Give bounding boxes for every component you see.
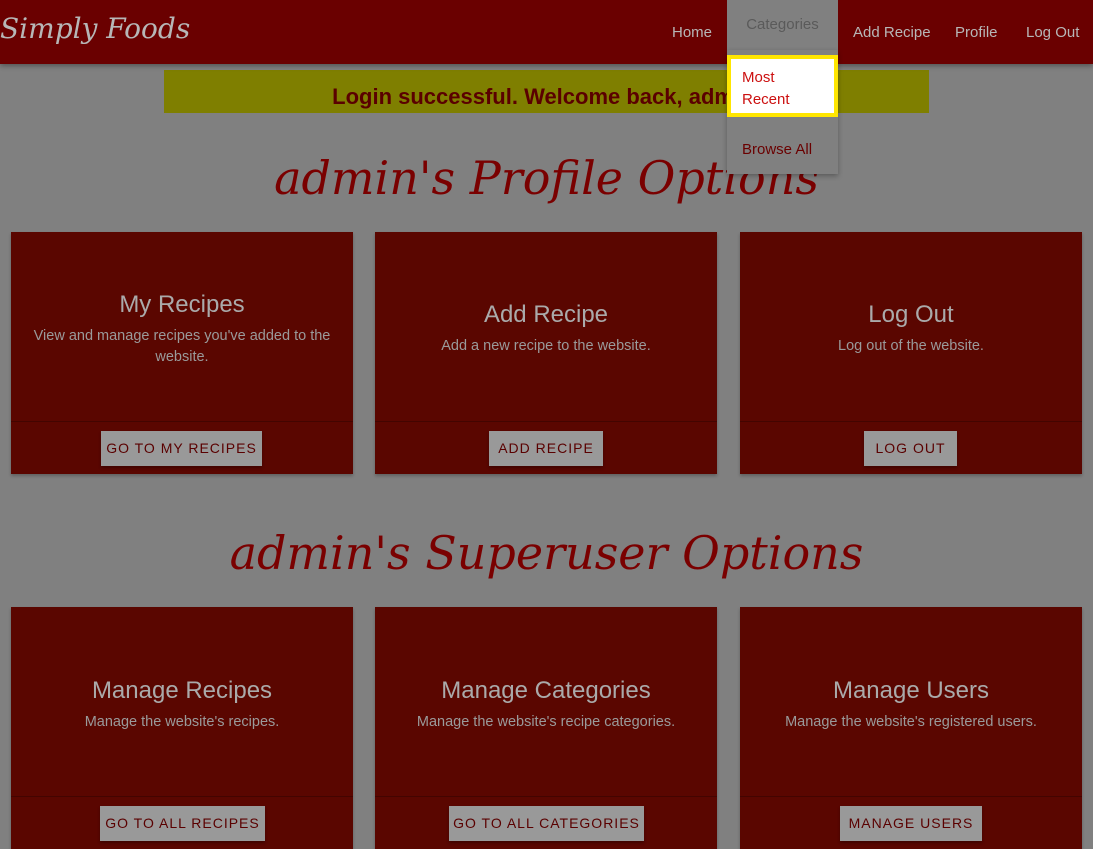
- dropdown-most-recent[interactable]: Most Recent: [727, 55, 838, 117]
- brand-logo[interactable]: Simply Foods: [0, 12, 190, 45]
- card-divider: [740, 796, 1082, 797]
- nav-profile[interactable]: Profile: [955, 24, 998, 41]
- card-title: Manage Recipes: [91, 677, 273, 704]
- card-description: Log out of the website.: [838, 338, 984, 354]
- categories-dropdown: Most Recent Browse All: [727, 50, 838, 174]
- card-description: View and manage recipes you've added to …: [33, 328, 331, 365]
- card-title: Manage Categories: [441, 677, 651, 704]
- card-divider: [740, 421, 1082, 422]
- card-manage-recipes: Manage Recipes Manage the website's reci…: [11, 607, 353, 849]
- card-divider: [11, 421, 353, 422]
- card-description: Manage the website's registered users.: [785, 714, 1037, 730]
- add-recipe-button[interactable]: Add Recipe: [489, 431, 603, 466]
- card-title: My Recipes: [119, 291, 245, 318]
- card-title: Manage Users: [832, 677, 990, 704]
- card-divider: [11, 796, 353, 797]
- dropdown-browse-all[interactable]: Browse All: [727, 138, 838, 162]
- profile-options-heading: admin's Profile Options: [274, 151, 819, 205]
- log-out-button[interactable]: Log Out: [864, 431, 957, 466]
- card-title: Add Recipe: [483, 301, 609, 328]
- nav-logout[interactable]: Log Out: [1026, 24, 1079, 41]
- card-log-out: Log Out Log out of the website. Log Out: [740, 232, 1082, 474]
- go-to-my-recipes-button[interactable]: Go to My Recipes: [101, 431, 262, 466]
- card-manage-categories: Manage Categories Manage the website's r…: [375, 607, 717, 849]
- card-divider: [375, 796, 717, 797]
- go-to-all-categories-button[interactable]: Go to All Categories: [449, 806, 644, 841]
- card-add-recipe: Add Recipe Add a new recipe to the websi…: [375, 232, 717, 474]
- card-description: Manage the website's recipe categories.: [416, 714, 676, 730]
- navbar: Simply Foods Home Categories Add Recipe …: [0, 0, 1093, 64]
- nav-add-recipe[interactable]: Add Recipe: [853, 24, 931, 41]
- go-to-all-recipes-button[interactable]: Go to All Recipes: [100, 806, 265, 841]
- card-manage-users: Manage Users Manage the website's regist…: [740, 607, 1082, 849]
- card-my-recipes: My Recipes View and manage recipes you'v…: [11, 232, 353, 474]
- superuser-options-heading: admin's Superuser Options: [229, 526, 864, 580]
- card-divider: [375, 421, 717, 422]
- card-description: Add a new recipe to the website.: [441, 338, 651, 354]
- nav-categories[interactable]: Categories: [727, 0, 838, 50]
- nav-home[interactable]: Home: [672, 24, 712, 41]
- manage-users-button[interactable]: Manage Users: [840, 806, 982, 841]
- card-description: Manage the website's recipes.: [84, 714, 280, 730]
- card-title: Log Out: [868, 301, 954, 328]
